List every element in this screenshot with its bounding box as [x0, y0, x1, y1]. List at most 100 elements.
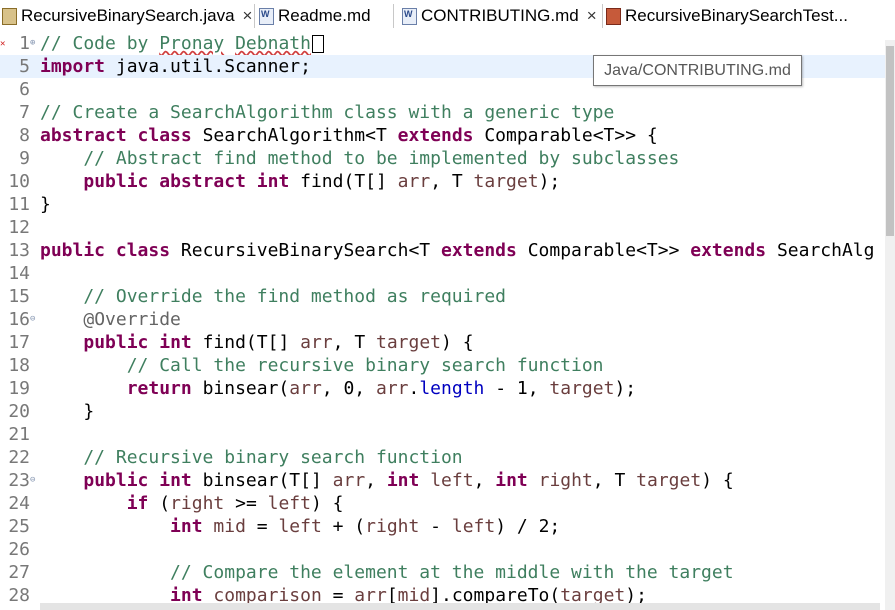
code-token: Pronay	[159, 33, 225, 54]
code-line[interactable]: 13 public class RecursiveBinarySearch<T e…	[0, 239, 885, 262]
code-line[interactable]: 7 // Create a SearchAlgorithm class with …	[0, 101, 885, 124]
code-line[interactable]: 12	[0, 216, 885, 239]
line-number: 15	[8, 286, 30, 307]
code-line[interactable]: 14	[0, 262, 885, 285]
code-token: import	[40, 56, 106, 77]
code-token: public	[83, 332, 149, 353]
tab-label: RecursiveBinarySearch.java	[21, 6, 235, 25]
tab-divider	[254, 4, 255, 28]
fold-toggle-icon[interactable]: ⊖	[30, 308, 40, 331]
code-line[interactable]: 25 int mid = left + (right - left) / 2;	[0, 515, 885, 538]
code-text: }	[40, 193, 51, 216]
code-line[interactable]: 10 public abstract int find(T[] arr, T t…	[0, 170, 885, 193]
code-text: return binsear(arr, 0, arr.length - 1, t…	[40, 377, 636, 400]
code-line[interactable]: 22 // Recursive binary search function	[0, 446, 885, 469]
line-number: 10	[8, 171, 30, 192]
code-line[interactable]: 18 // Call the recursive binary search f…	[0, 354, 885, 377]
code-token: int	[170, 516, 203, 537]
code-line[interactable]: 21	[0, 423, 885, 446]
code-line[interactable]: 1 ⊕// Code by Pronay Debnath	[0, 32, 885, 55]
tab-contributing[interactable]: CONTRIBUTING.md ×	[402, 0, 597, 32]
error-marker-icon[interactable]: ✕	[0, 39, 10, 49]
code-token: mid	[213, 516, 246, 537]
code-text: if (right >= left) {	[40, 492, 344, 515]
code-token: abstract	[159, 171, 246, 192]
line-number: 26	[8, 539, 30, 560]
line-number: 27	[8, 562, 30, 583]
close-tab-icon[interactable]: ×	[243, 6, 253, 26]
code-token: Debnath	[235, 33, 311, 54]
code-text: public abstract int find(T[] arr, T targ…	[40, 170, 560, 193]
code-line[interactable]: 20 }	[0, 400, 885, 423]
code-editor[interactable]: 1 ⊕// Code by Pronay Debnath 5 import java.…	[0, 32, 895, 610]
code-line[interactable]: 8 abstract class SearchAlgorithm<T extend…	[0, 124, 885, 147]
line-number: 14	[8, 263, 30, 284]
code-token: public	[83, 470, 149, 491]
vertical-scrollbar-thumb[interactable]	[886, 46, 894, 236]
code-line[interactable]: 17 public int find(T[] arr, T target) {	[0, 331, 885, 354]
java-file-icon	[2, 7, 17, 25]
code-token: right	[170, 493, 225, 514]
code-token: binsear(T[]	[191, 470, 333, 491]
code-token: );	[614, 378, 637, 399]
code-line[interactable]: 16 ⊖ @Override	[0, 308, 885, 331]
code-token: ) {	[310, 493, 344, 514]
line-number: 28	[8, 585, 30, 606]
close-tab-icon[interactable]: ×	[587, 6, 597, 26]
code-line[interactable]: 15 // Override the find method as requir…	[0, 285, 885, 308]
line-number: 9	[19, 148, 30, 169]
code-token: java.util.Scanner;	[105, 56, 311, 77]
code-token: arr	[332, 470, 366, 491]
code-token: - 1,	[484, 378, 550, 399]
code-token: extends	[690, 240, 767, 261]
code-token: find(T[]	[289, 171, 398, 192]
code-text: public int binsear(T[] arr, int left, in…	[40, 469, 734, 492]
code-text: // Compare the element at the middle wit…	[40, 561, 734, 584]
code-text: // Override the find method as required	[40, 285, 506, 308]
tab-readme[interactable]: Readme.md	[259, 0, 371, 32]
code-text: int mid = left + (right - left) / 2;	[40, 515, 560, 538]
code-token: if	[126, 493, 149, 514]
code-token: binsear(	[191, 378, 290, 399]
line-number: 22	[8, 447, 30, 468]
code-token: left	[267, 493, 311, 514]
code-line[interactable]: 26	[0, 538, 885, 561]
code-token: // Call the recursive binary search func…	[40, 355, 604, 376]
fold-toggle-icon[interactable]: ⊖	[30, 469, 40, 492]
code-token: >=	[224, 493, 268, 514]
code-line[interactable]: 9 // Abstract find method to be implemen…	[0, 147, 885, 170]
code-line[interactable]: 11}	[0, 193, 885, 216]
line-number: 18	[8, 355, 30, 376]
code-line[interactable]: 19 return binsear(arr, 0, arr.length - 1…	[0, 377, 885, 400]
fold-toggle-icon[interactable]: ⊕	[30, 32, 40, 55]
code-token: ) {	[701, 470, 734, 491]
code-token: .	[408, 378, 420, 399]
line-number: 11	[8, 194, 30, 215]
code-token: , 0,	[321, 378, 376, 399]
code-token: arr	[397, 171, 431, 192]
code-line[interactable]: 27 // Compare the element at the middle …	[0, 561, 885, 584]
line-number: 21	[8, 424, 30, 445]
code-text: abstract class SearchAlgorithm<T extends…	[40, 124, 658, 147]
tab-recursive-binary-search-test[interactable]: RecursiveBinarySearchTest...	[606, 0, 848, 32]
code-line[interactable]: 23 ⊖ public int binsear(T[] arr, int left…	[0, 469, 885, 492]
horizontal-scrollbar[interactable]	[40, 603, 880, 610]
code-token: @Override	[83, 309, 181, 330]
line-number: 7	[19, 102, 30, 123]
code-token: length	[419, 378, 485, 399]
code-line[interactable]: 24 if (right >= left) {	[0, 492, 885, 515]
tab-recursive-binary-search[interactable]: RecursiveBinarySearch.java ×	[2, 0, 252, 32]
code-token: // Override the find method as required	[40, 286, 506, 307]
code-token: SearchAlg	[766, 240, 875, 261]
line-number: 20	[8, 401, 30, 422]
code-token: left	[451, 516, 496, 537]
code-token: abstract	[40, 125, 127, 146]
